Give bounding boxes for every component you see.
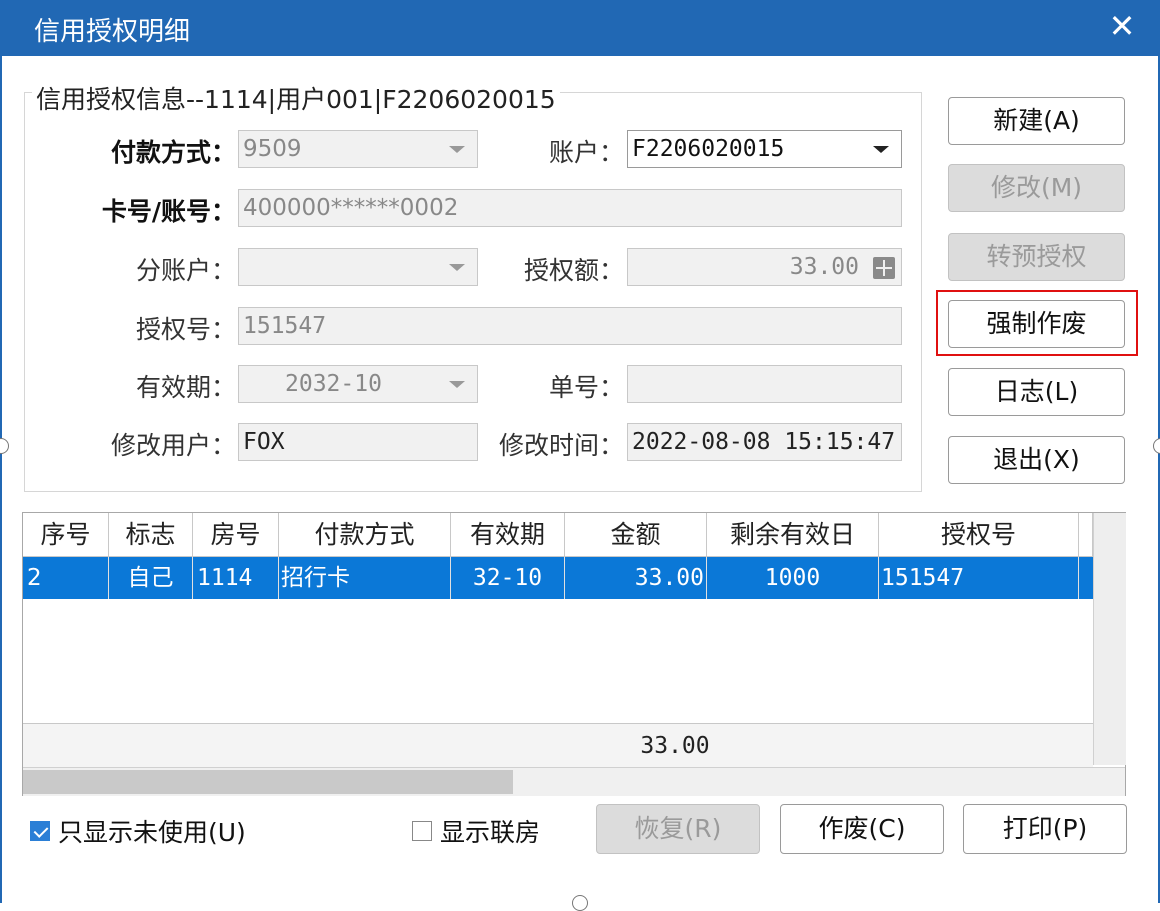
close-icon[interactable]: ✕	[1102, 6, 1142, 46]
column-header-expiry[interactable]: 有效期	[451, 513, 565, 557]
column-header-remaining-days[interactable]: 剩余有效日	[707, 513, 879, 557]
payment-method-label: 付款方式：	[110, 138, 236, 167]
window-title: 信用授权明细	[34, 17, 191, 47]
only-unused-label[interactable]: 只显示未使用(U)	[58, 813, 246, 849]
column-header-seq[interactable]: 序号	[23, 513, 109, 557]
resize-handle-right[interactable]	[1153, 438, 1160, 454]
force-void-highlight-box	[936, 290, 1138, 356]
table-row[interactable]: 2 自己 1114 招行卡 32-10 33.00 1000 151547	[23, 557, 1093, 599]
sub-account-label: 分账户：	[135, 256, 236, 285]
void-button[interactable]: 作废(C)	[780, 804, 944, 854]
cell-flag: 自己	[109, 557, 193, 599]
sub-account-select[interactable]	[238, 248, 478, 286]
doc-number-field[interactable]	[627, 365, 902, 403]
expiry-value: 2032-10	[285, 371, 382, 397]
account-value: F2206020015	[632, 136, 785, 162]
group-title: 信用授权信息--1114|用户001|F2206020015	[32, 80, 560, 116]
modified-by-field[interactable]: FOX	[238, 423, 478, 461]
cell-remaining-days: 1000	[707, 557, 879, 599]
cell-room: 1114	[193, 557, 279, 599]
cell-payment-method: 招行卡	[279, 557, 451, 599]
auth-number-label: 授权号：	[135, 315, 236, 344]
column-header-room[interactable]: 房号	[193, 513, 279, 557]
modified-time-label: 修改时间：	[498, 431, 624, 460]
log-button[interactable]: 日志(L)	[948, 368, 1125, 416]
calculator-icon[interactable]	[873, 257, 895, 279]
horizontal-scrollbar[interactable]	[23, 767, 1125, 796]
card-number-field[interactable]: 400000******0002	[238, 189, 902, 227]
restore-button[interactable]: 恢复(R)	[596, 804, 760, 854]
modified-by-label: 修改用户：	[110, 431, 236, 460]
cell-amount: 33.00	[565, 557, 707, 599]
auth-amount-label: 授权额：	[523, 256, 624, 285]
chevron-down-icon	[435, 366, 477, 402]
resize-handle-left[interactable]	[0, 438, 9, 454]
horizontal-scroll-thumb[interactable]	[23, 770, 513, 794]
modified-time-field[interactable]: 2022-08-08 15:15:47	[627, 423, 902, 461]
cell-expiry: 32-10	[451, 557, 565, 599]
cell-seq: 2	[23, 557, 109, 599]
column-header-auth-number[interactable]: 授权号	[879, 513, 1079, 557]
table-summary-row: 33.00	[23, 723, 1093, 768]
title-bar: 信用授权明细 ✕	[0, 0, 1160, 56]
print-button[interactable]: 打印(P)	[963, 804, 1127, 854]
column-header-filler	[1079, 513, 1093, 557]
auth-table[interactable]: 序号 标志 房号 付款方式 有效期 金额 剩余有效日 授权号 2 自己 1114…	[22, 512, 1126, 796]
card-number-label: 卡号/账号：	[101, 197, 236, 226]
window-border-left	[0, 56, 2, 903]
edit-button[interactable]: 修改(M)	[948, 164, 1125, 212]
expiry-label: 有效期：	[135, 373, 236, 402]
auth-amount-field[interactable]: 33.00	[627, 248, 902, 286]
exit-button[interactable]: 退出(X)	[948, 436, 1125, 484]
chevron-down-icon	[859, 131, 901, 167]
new-button[interactable]: 新建(A)	[948, 97, 1125, 145]
resize-handle-bottom[interactable]	[572, 895, 588, 911]
account-label: 账户：	[548, 138, 624, 167]
auth-number-field[interactable]: 151547	[238, 307, 902, 345]
show-linked-rooms-checkbox[interactable]	[412, 821, 432, 841]
chevron-down-icon	[435, 249, 477, 285]
only-unused-checkbox[interactable]	[30, 821, 50, 841]
column-header-payment-method[interactable]: 付款方式	[279, 513, 451, 557]
auth-amount-value: 33.00	[789, 254, 859, 280]
to-preauth-button[interactable]: 转预授权	[948, 233, 1125, 281]
show-linked-rooms-label[interactable]: 显示联房	[440, 813, 540, 849]
column-header-flag[interactable]: 标志	[109, 513, 193, 557]
payment-method-value: 9509	[243, 136, 302, 162]
column-header-amount[interactable]: 金额	[565, 513, 707, 557]
vertical-scrollbar[interactable]	[1093, 513, 1126, 765]
total-amount: 33.00	[640, 733, 710, 759]
cell-auth-number: 151547	[879, 557, 1079, 599]
chevron-down-icon	[435, 131, 477, 167]
doc-number-label: 单号：	[548, 373, 624, 402]
account-select[interactable]: F2206020015	[627, 130, 902, 168]
payment-method-select[interactable]: 9509	[238, 130, 478, 168]
expiry-select[interactable]: 2032-10	[238, 365, 478, 403]
